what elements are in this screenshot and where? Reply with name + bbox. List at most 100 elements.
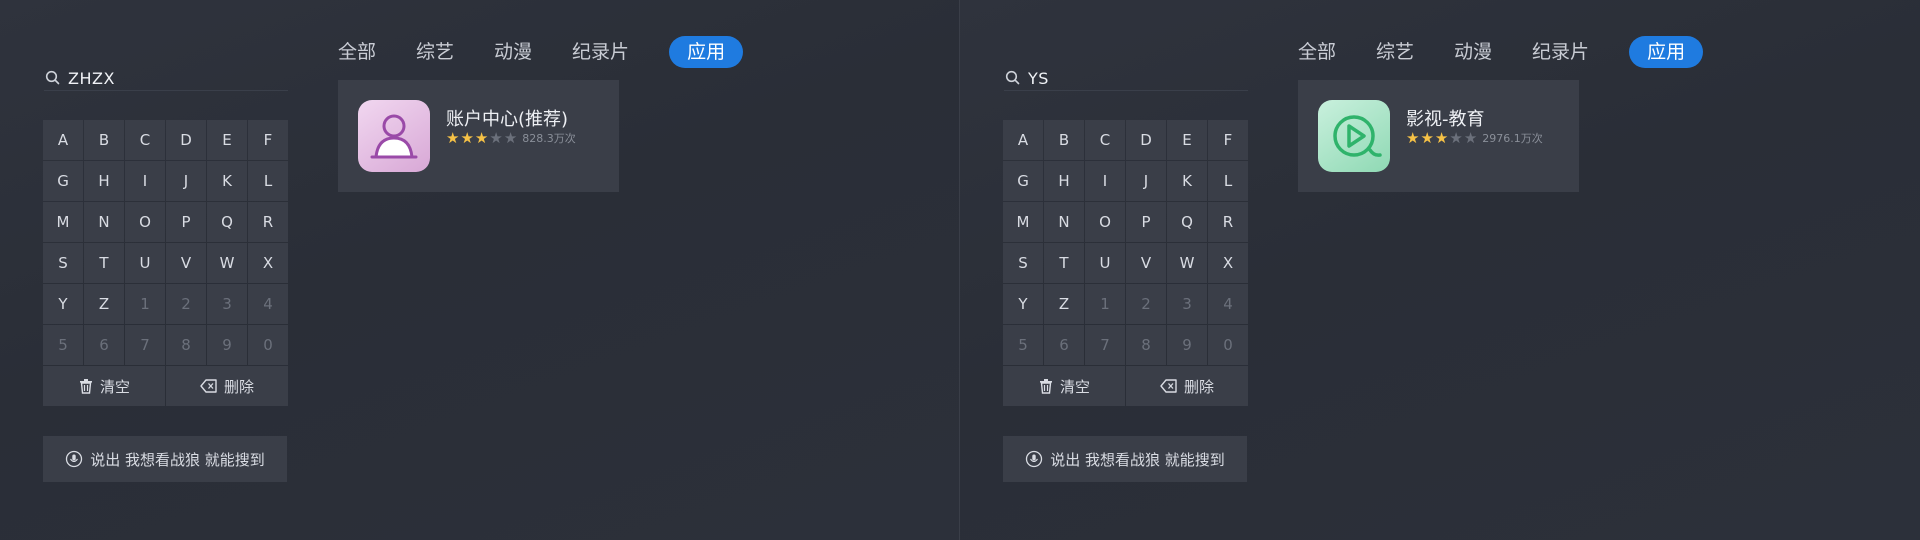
key-a[interactable]: A [1003,120,1043,160]
key-c[interactable]: C [125,120,165,160]
key-w[interactable]: W [207,243,247,283]
key-u[interactable]: U [125,243,165,283]
key-i[interactable]: I [125,161,165,201]
key-q[interactable]: Q [207,202,247,242]
star-icon: ★ [489,129,503,147]
app-result-card[interactable]: 影视-教育 ★ ★ ★ ★ ★ 2976.1万次 [1298,80,1579,192]
tab-documentary[interactable]: 纪录片 [572,36,629,68]
key-q[interactable]: Q [1167,202,1207,242]
app-result-card[interactable]: 账户中心(推荐) ★ ★ ★ ★ ★ 828.3万次 [338,80,619,192]
key-b[interactable]: B [84,120,124,160]
key-8[interactable]: 8 [1126,325,1166,365]
tab-anime[interactable]: 动漫 [494,36,532,68]
key-t[interactable]: T [84,243,124,283]
search-field[interactable]: YS [1004,66,1248,91]
key-m[interactable]: M [1003,202,1043,242]
tab-variety[interactable]: 综艺 [1376,36,1414,68]
key-n[interactable]: N [84,202,124,242]
key-0[interactable]: 0 [1208,325,1248,365]
tab-apps[interactable]: 应用 [669,36,744,68]
key-1[interactable]: 1 [1085,284,1125,324]
key-p[interactable]: P [166,202,206,242]
key-7[interactable]: 7 [1085,325,1125,365]
key-n[interactable]: N [1044,202,1084,242]
key-g[interactable]: G [43,161,83,201]
key-0[interactable]: 0 [248,325,288,365]
key-m[interactable]: M [43,202,83,242]
key-2[interactable]: 2 [166,284,206,324]
key-k[interactable]: K [207,161,247,201]
tab-all[interactable]: 全部 [1298,36,1336,68]
star-icon: ★ [1406,129,1420,147]
key-e[interactable]: E [1167,120,1207,160]
tab-anime[interactable]: 动漫 [1454,36,1492,68]
search-keyboard: A B C D E F G H I J K L M N O P Q R S T … [43,120,289,406]
search-field[interactable]: ZHZX [44,66,288,91]
voice-search-hint[interactable]: 说出 我想看战狼 就能搜到 [1003,436,1247,482]
key-u[interactable]: U [1085,243,1125,283]
backspace-icon [200,379,217,393]
key-4[interactable]: 4 [1208,284,1248,324]
key-5[interactable]: 5 [43,325,83,365]
key-9[interactable]: 9 [1167,325,1207,365]
key-i[interactable]: I [1085,161,1125,201]
key-y[interactable]: Y [43,284,83,324]
key-a[interactable]: A [43,120,83,160]
key-grid: A B C D E F G H I J K L M N O P Q R S T … [43,120,289,365]
key-h[interactable]: H [84,161,124,201]
key-3[interactable]: 3 [207,284,247,324]
tab-all[interactable]: 全部 [338,36,376,68]
key-c[interactable]: C [1085,120,1125,160]
key-j[interactable]: J [166,161,206,201]
key-l[interactable]: L [1208,161,1248,201]
tab-variety[interactable]: 综艺 [416,36,454,68]
key-o[interactable]: O [1085,202,1125,242]
key-4[interactable]: 4 [248,284,288,324]
tab-apps[interactable]: 应用 [1629,36,1704,68]
tab-documentary[interactable]: 纪录片 [1532,36,1589,68]
key-x[interactable]: X [1208,243,1248,283]
key-y[interactable]: Y [1003,284,1043,324]
clear-label: 清空 [1059,377,1090,396]
key-6[interactable]: 6 [1044,325,1084,365]
key-s[interactable]: S [1003,243,1043,283]
voice-search-hint[interactable]: 说出 我想看战狼 就能搜到 [43,436,287,482]
key-b[interactable]: B [1044,120,1084,160]
key-e[interactable]: E [207,120,247,160]
key-l[interactable]: L [248,161,288,201]
key-v[interactable]: V [1126,243,1166,283]
key-d[interactable]: D [166,120,206,160]
key-3[interactable]: 3 [1167,284,1207,324]
delete-button[interactable]: 删除 [166,366,288,406]
key-f[interactable]: F [248,120,288,160]
key-x[interactable]: X [248,243,288,283]
key-f[interactable]: F [1208,120,1248,160]
key-9[interactable]: 9 [207,325,247,365]
star-icon: ★ [446,129,460,147]
clear-button[interactable]: 清空 [43,366,165,406]
key-g[interactable]: G [1003,161,1043,201]
key-2[interactable]: 2 [1126,284,1166,324]
app-name: 账户中心(推荐) [446,109,569,130]
key-8[interactable]: 8 [166,325,206,365]
key-z[interactable]: Z [1044,284,1084,324]
delete-button[interactable]: 删除 [1126,366,1248,406]
key-t[interactable]: T [1044,243,1084,283]
key-p[interactable]: P [1126,202,1166,242]
key-6[interactable]: 6 [84,325,124,365]
key-w[interactable]: W [1167,243,1207,283]
key-s[interactable]: S [43,243,83,283]
key-j[interactable]: J [1126,161,1166,201]
key-o[interactable]: O [125,202,165,242]
key-z[interactable]: Z [84,284,124,324]
key-7[interactable]: 7 [125,325,165,365]
key-d[interactable]: D [1126,120,1166,160]
clear-button[interactable]: 清空 [1003,366,1125,406]
key-5[interactable]: 5 [1003,325,1043,365]
key-h[interactable]: H [1044,161,1084,201]
key-r[interactable]: R [248,202,288,242]
key-v[interactable]: V [166,243,206,283]
key-r[interactable]: R [1208,202,1248,242]
key-k[interactable]: K [1167,161,1207,201]
key-1[interactable]: 1 [125,284,165,324]
